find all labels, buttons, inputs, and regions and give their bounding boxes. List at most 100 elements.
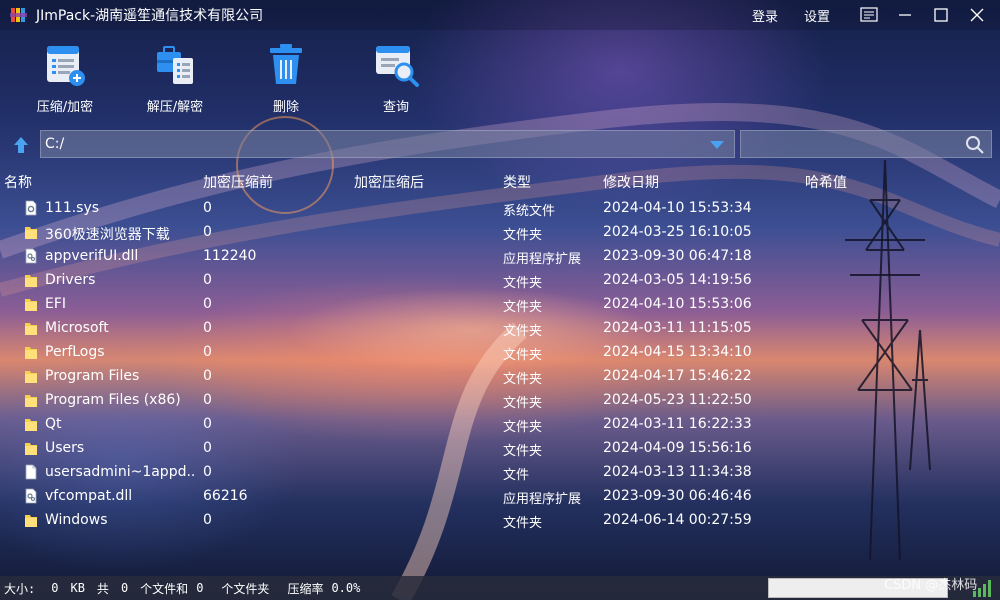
folder-icon	[24, 392, 38, 408]
login-link[interactable]: 登录	[752, 6, 778, 25]
modified-date: 2024-03-13 11:34:38	[603, 464, 752, 480]
file-name: PerfLogs	[45, 344, 105, 360]
column-header-hash[interactable]: 哈希值	[805, 172, 847, 192]
status-bar: 大小: 0 KB 共 0 个文件和 0 个文件夹 压缩率 0.0%	[0, 576, 1000, 600]
search-icon[interactable]	[965, 135, 985, 155]
compress-encrypt-label: 压缩/加密	[36, 100, 94, 115]
table-row[interactable]: Program Files (x86) 0 文件夹 2024-05-23 11:22:…	[0, 388, 1000, 412]
table-row[interactable]: 111.sys 0 系统文件 2024-04-10 15:53:34	[0, 196, 1000, 220]
trash-icon	[270, 44, 302, 84]
modified-date: 2024-06-14 00:27:59	[603, 512, 752, 528]
file-type: 应用程序扩展	[503, 252, 582, 267]
delete-label: 删除	[272, 100, 299, 115]
file-icon	[24, 464, 38, 480]
file-type: 文件夹	[503, 348, 543, 363]
modified-date: 2024-03-11 11:15:05	[603, 320, 752, 336]
minimize-icon	[899, 14, 911, 16]
column-header-name[interactable]: 名称	[4, 172, 32, 192]
table-row[interactable]: Users 0 文件夹 2024-04-09 15:56:16	[0, 436, 1000, 460]
file-name: 111.sys	[45, 200, 100, 216]
title-bar-controls: 登录 设置	[752, 0, 1000, 30]
decompress-decrypt-button[interactable]: 解压/解密	[120, 36, 230, 115]
app-logo-icon	[10, 8, 27, 22]
file-name: Windows	[45, 512, 108, 528]
file-name: Program Files	[45, 368, 140, 384]
menu-button[interactable]	[856, 0, 882, 30]
dll-file-icon	[24, 488, 38, 504]
folder-icon	[24, 416, 38, 432]
query-label: 查询	[382, 100, 409, 115]
file-type: 系统文件	[503, 204, 556, 219]
file-type: 文件夹	[503, 396, 543, 411]
close-button[interactable]	[964, 0, 990, 30]
size-before: 112240	[203, 248, 257, 264]
close-icon	[970, 8, 984, 22]
file-type: 文件夹	[503, 228, 543, 243]
path-input[interactable]: C:/	[41, 136, 706, 152]
status-size-value: 0	[51, 581, 59, 595]
size-before: 0	[203, 320, 212, 336]
delete-button[interactable]: 删除	[231, 36, 341, 115]
search-input[interactable]	[741, 131, 961, 157]
settings-link[interactable]: 设置	[804, 6, 830, 25]
file-type: 文件夹	[503, 444, 543, 459]
table-row[interactable]: 360极速浏览器下载 0 文件夹 2024-03-25 16:10:05	[0, 220, 1000, 244]
status-ratio-label: 压缩率	[287, 581, 324, 596]
size-before: 0	[203, 200, 212, 216]
modified-date: 2024-05-23 11:22:50	[603, 392, 752, 408]
title-bar: JImPack-湖南遥笙通信技术有限公司 登录 设置	[0, 0, 1000, 30]
maximize-icon	[934, 8, 948, 22]
compress-encrypt-button[interactable]: 压缩/加密	[10, 36, 120, 115]
table-row[interactable]: usersadmini~1appd... 0 文件 2024-03-13 11:34:…	[0, 460, 1000, 484]
modified-date: 2023-09-30 06:46:46	[603, 488, 752, 504]
status-size-unit: KB	[70, 581, 85, 595]
table-row[interactable]: Drivers 0 文件夹 2024-03-05 14:19:56	[0, 268, 1000, 292]
folder-icon	[24, 512, 38, 528]
folder-icon	[24, 344, 38, 360]
modified-date: 2024-04-17 15:46:22	[603, 368, 752, 384]
table-header: 名称 加密压缩前 加密压缩后 类型 修改日期 哈希值	[0, 170, 1000, 192]
modified-date: 2024-04-10 15:53:06	[603, 296, 752, 312]
table-row[interactable]: PerfLogs 0 文件夹 2024-04-15 13:34:10	[0, 340, 1000, 364]
status-ratio-value: 0.0%	[331, 581, 361, 595]
table-row[interactable]: Program Files 0 文件夹 2024-04-17 15:46:22	[0, 364, 1000, 388]
table-row[interactable]: Windows 0 文件夹 2024-06-14 00:27:59	[0, 508, 1000, 532]
folder-icon	[24, 224, 38, 240]
column-header-modified[interactable]: 修改日期	[603, 172, 659, 192]
folder-icon	[24, 320, 38, 336]
file-type: 文件夹	[503, 516, 543, 531]
minimize-button[interactable]	[892, 0, 918, 30]
maximize-button[interactable]	[928, 0, 954, 30]
folder-icon	[24, 368, 38, 384]
size-before: 0	[203, 392, 212, 408]
table-row[interactable]: appverifUI.dll 112240 应用程序扩展 2023-09-30 06:…	[0, 244, 1000, 268]
modified-date: 2024-04-09 15:56:16	[603, 440, 752, 456]
table-row[interactable]: EFI 0 文件夹 2024-04-10 15:53:06	[0, 292, 1000, 316]
modified-date: 2024-04-15 13:34:10	[603, 344, 752, 360]
folder-icon	[24, 296, 38, 312]
column-header-size-before[interactable]: 加密压缩前	[203, 172, 273, 192]
column-header-size-after[interactable]: 加密压缩后	[354, 172, 424, 192]
folder-icon	[24, 440, 38, 456]
status-size-label: 大小:	[4, 581, 36, 596]
modified-date: 2023-09-30 06:47:18	[603, 248, 752, 264]
table-row[interactable]: Qt 0 文件夹 2024-03-11 16:22:33	[0, 412, 1000, 436]
size-before: 0	[203, 344, 212, 360]
column-header-type[interactable]: 类型	[503, 172, 531, 192]
decompress-decrypt-label: 解压/解密	[146, 100, 204, 115]
query-button[interactable]: 查询	[341, 36, 451, 115]
query-search-icon	[376, 46, 419, 87]
file-name: Qt	[45, 416, 62, 432]
file-name: Drivers	[45, 272, 96, 288]
table-row[interactable]: vfcompat.dll 66216 应用程序扩展 2023-09-30 06:46:…	[0, 484, 1000, 508]
file-type: 文件夹	[503, 420, 543, 435]
up-arrow-icon[interactable]	[10, 134, 32, 156]
decompress-decrypt-icon	[157, 46, 193, 84]
file-name: EFI	[45, 296, 67, 312]
file-name: usersadmini~1appd...	[45, 464, 195, 480]
size-before: 0	[203, 296, 212, 312]
table-row[interactable]: Microsoft 0 文件夹 2024-03-11 11:15:05	[0, 316, 1000, 340]
path-combobox[interactable]: C:/	[40, 130, 735, 158]
dropdown-arrow-icon[interactable]	[706, 133, 728, 155]
file-list: 111.sys 0 系统文件 2024-04-10 15:53:34 360极速浏览器下…	[0, 196, 1000, 532]
